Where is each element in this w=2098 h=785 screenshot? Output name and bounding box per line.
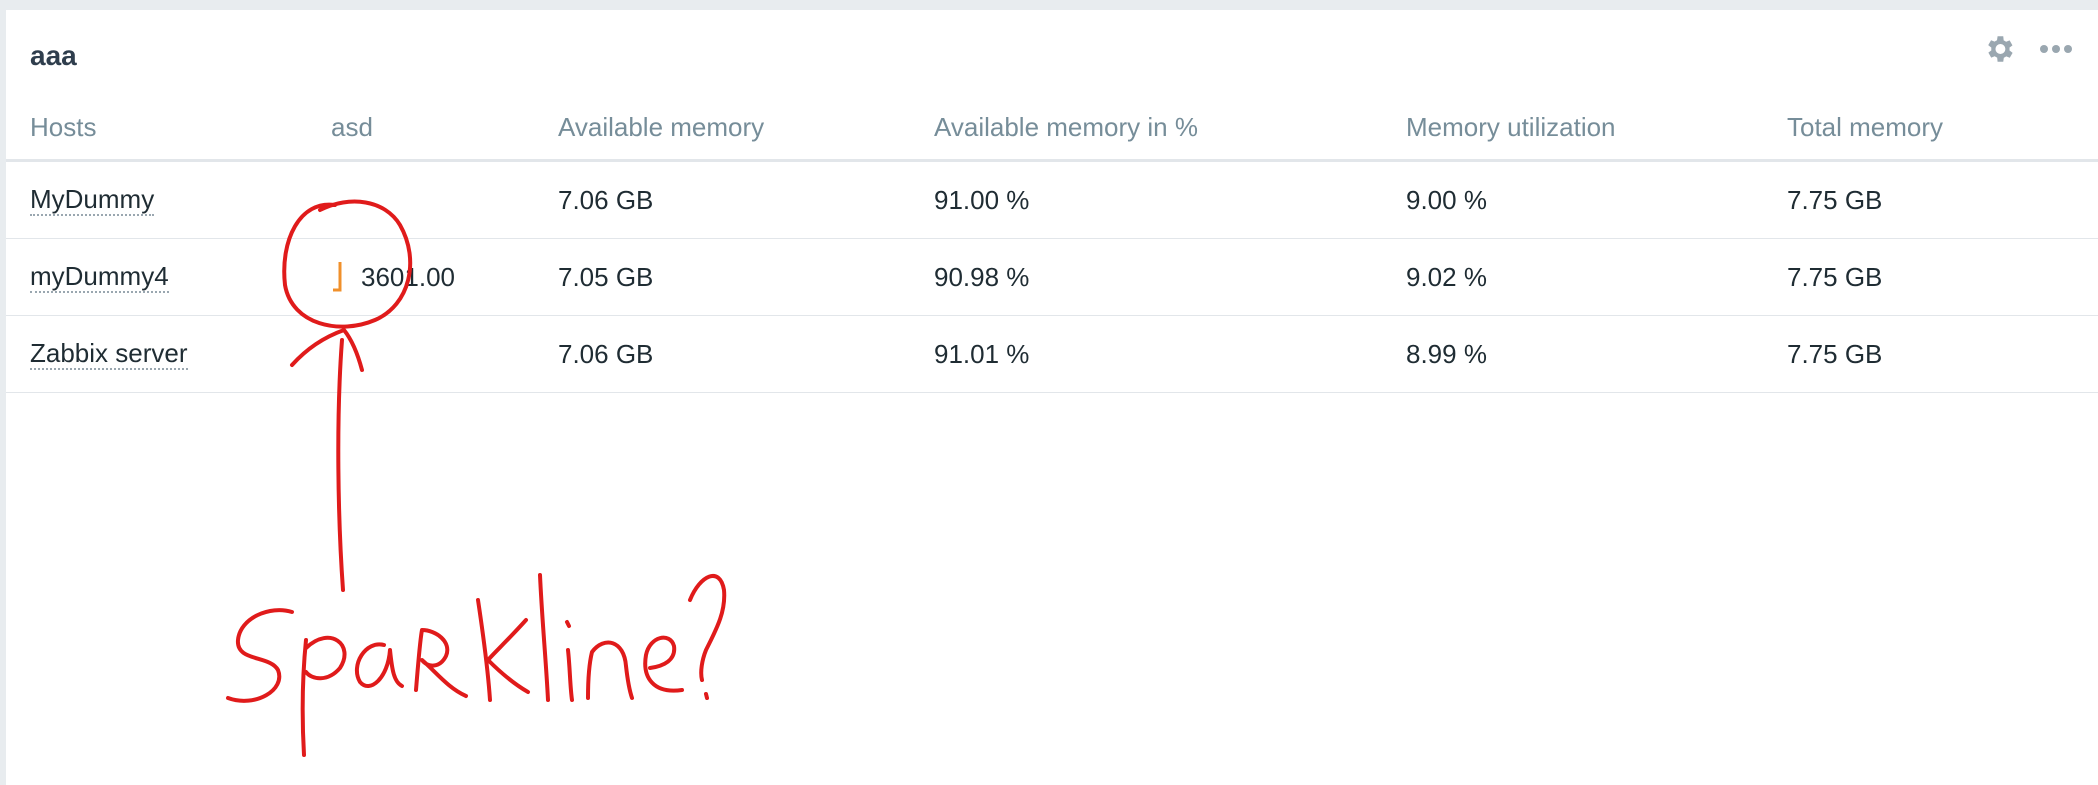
asd-cell: 3601.00 xyxy=(331,239,455,315)
column-header-available-memory[interactable]: Available memory xyxy=(558,100,764,159)
column-header-hosts[interactable]: Hosts xyxy=(30,100,96,159)
host-link[interactable]: myDummy4 xyxy=(30,261,169,293)
total-memory-value: 7.75 GB xyxy=(1787,184,1883,215)
widget: aaa Hosts asd Available memory Available… xyxy=(6,10,2098,785)
table-header: Hosts asd Available memory Available mem… xyxy=(6,100,2098,162)
more-icon[interactable] xyxy=(2038,43,2074,55)
available-memory-value: 7.06 GB xyxy=(558,184,654,215)
table-row: Zabbix server 7.06 GB 91.01 % 8.99 % 7.7… xyxy=(6,316,2098,393)
available-memory-percent-value: 91.01 % xyxy=(934,338,1030,369)
memory-utilization-value: 9.00 % xyxy=(1406,184,1487,215)
widget-controls xyxy=(1982,32,2074,66)
available-memory-percent-value: 90.98 % xyxy=(934,261,1030,292)
widget-title: aaa xyxy=(30,40,77,71)
column-header-total-memory[interactable]: Total memory xyxy=(1787,100,1943,159)
column-header-asd[interactable]: asd xyxy=(331,100,373,159)
total-memory-value: 7.75 GB xyxy=(1787,261,1883,292)
available-memory-value: 7.05 GB xyxy=(558,261,654,292)
column-header-available-memory-percent[interactable]: Available memory in % xyxy=(934,100,1198,159)
host-link[interactable]: MyDummy xyxy=(30,184,155,216)
data-table: Hosts asd Available memory Available mem… xyxy=(6,100,2098,393)
available-memory-percent-value: 91.00 % xyxy=(934,184,1030,215)
column-header-memory-utilization[interactable]: Memory utilization xyxy=(1406,100,1616,159)
gear-icon[interactable] xyxy=(1982,32,2016,66)
table-row: myDummy4 3601.00 7.05 GB 90.98 % 9.02 % … xyxy=(6,239,2098,316)
host-link[interactable]: Zabbix server xyxy=(30,338,188,370)
memory-utilization-value: 8.99 % xyxy=(1406,338,1487,369)
table-row: MyDummy 7.06 GB 91.00 % 9.00 % 7.75 GB xyxy=(6,162,2098,239)
total-memory-value: 7.75 GB xyxy=(1787,338,1883,369)
available-memory-value: 7.06 GB xyxy=(558,338,654,369)
memory-utilization-value: 9.02 % xyxy=(1406,261,1487,292)
asd-value: 3601.00 xyxy=(361,261,455,292)
sparkline-icon xyxy=(333,262,342,292)
